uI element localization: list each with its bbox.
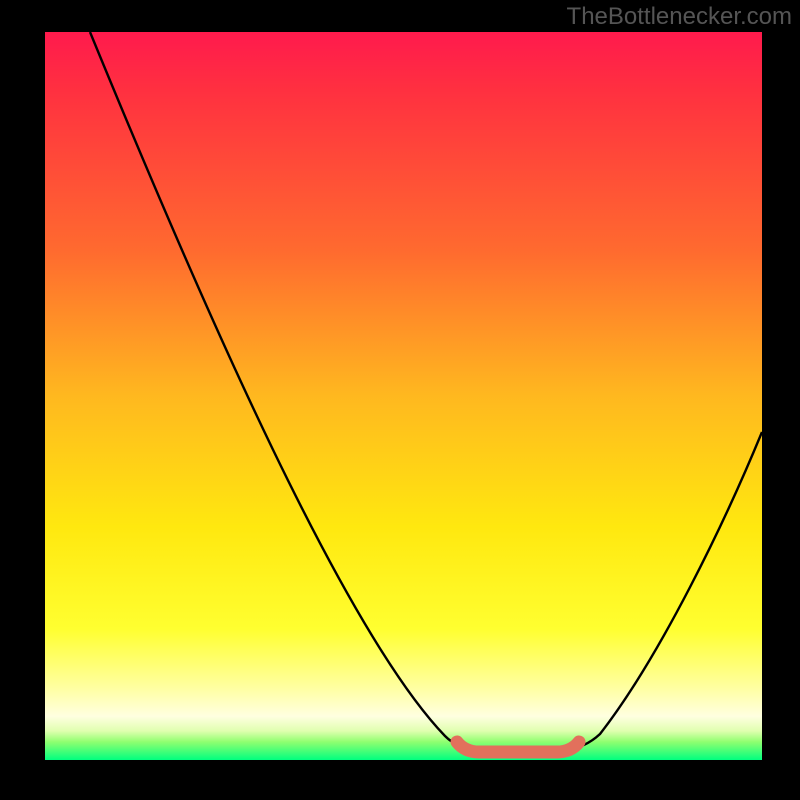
chart-container: TheBottlenecker.com [0,0,800,800]
chart-svg [45,32,762,760]
right-curve [565,432,762,750]
plot-area [45,32,762,760]
left-curve [90,32,475,750]
watermark-text: TheBottlenecker.com [567,3,792,31]
valley-bar [457,742,579,752]
